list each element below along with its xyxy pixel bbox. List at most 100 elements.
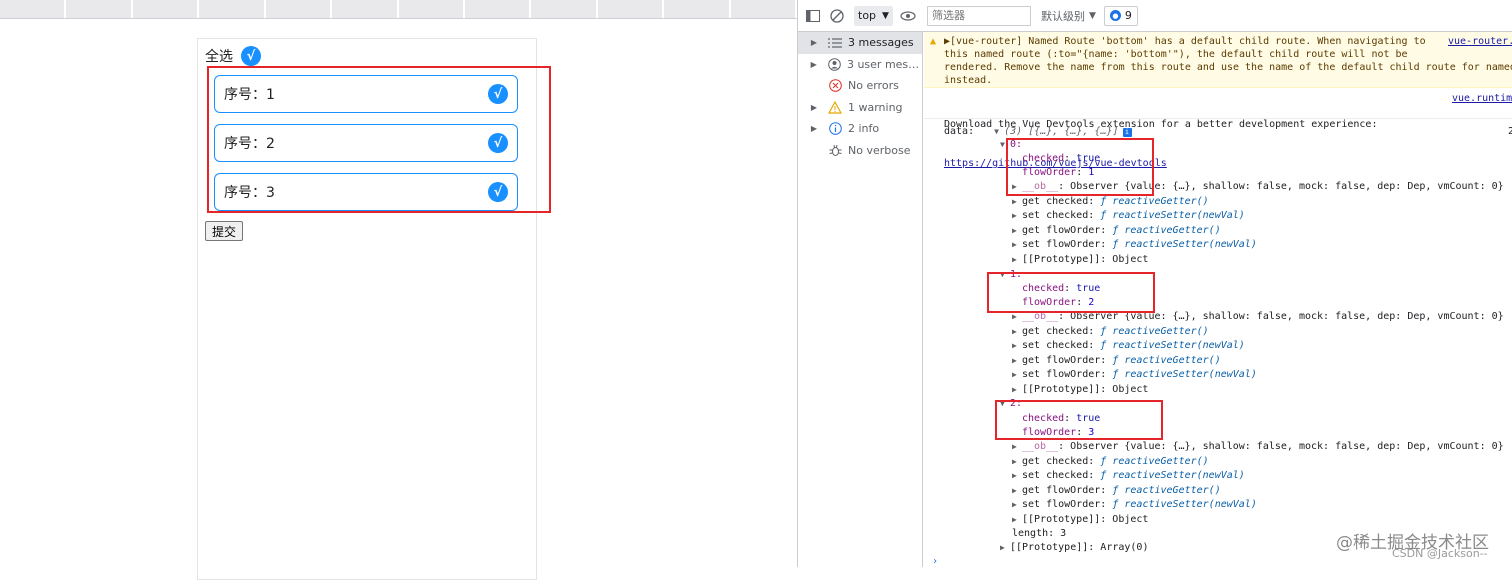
setter-row[interactable]: ▶ set flowOrder: ƒ reactiveSetter(newVal) (1012, 368, 1257, 381)
item-label: 序号：3 (224, 185, 275, 201)
getter-row[interactable]: ▶ get checked: ƒ reactiveGetter() (1012, 455, 1209, 468)
ob-row[interactable]: ▶ __ob__: Observer {value: {…}, shallow: … (1012, 310, 1504, 323)
select-all-row[interactable]: 全选 √ (205, 46, 261, 66)
levels-label: 默认级别 (1040, 9, 1085, 23)
sidebar-item-label: 3 user mess... (846, 57, 923, 71)
info-source-link[interactable]: vue.runtime (1452, 93, 1512, 104)
item-check-icon[interactable]: √ (488, 182, 508, 202)
prop-floworder: flowOrder: 2 (1022, 297, 1095, 308)
console-output: ▲ ▶[vue-router] Named Route 'bottom' has… (924, 32, 1512, 567)
console-sidebar: ▶ 3 messages ▶ 3 user mess... No errors … (798, 32, 923, 567)
issues-count: 9 (1124, 9, 1132, 22)
sidebar-item-label: No verbose (848, 143, 911, 157)
context-label: top (858, 9, 877, 22)
sidebar-item-warnings[interactable]: ▶ 1 warning (798, 97, 922, 119)
expand-arrow-icon[interactable]: ▶ (806, 38, 822, 47)
getter-row[interactable]: ▶ get flowOrder: ƒ reactiveGetter() (1012, 354, 1221, 367)
warning-text: ▶[vue-router] Named Route 'bottom' has a… (944, 36, 1512, 86)
array-prototype-row[interactable]: ▶ [[Prototype]]: Array(0) (1000, 541, 1148, 554)
length-row: length: 3 (1012, 528, 1067, 539)
sidebar-item-user-messages[interactable]: ▶ 3 user mess... (798, 54, 922, 76)
prop-floworder: flowOrder: 1 (1022, 167, 1095, 178)
item-check-icon[interactable]: √ (488, 84, 508, 104)
top-ruler (0, 0, 798, 19)
ob-row[interactable]: ▶ __ob__: Observer {value: {…}, shallow: … (1012, 180, 1504, 193)
getter-row[interactable]: ▶ get flowOrder: ƒ reactiveGetter() (1012, 484, 1221, 497)
user-icon (826, 57, 843, 71)
list-item[interactable]: 序号：3 √ (214, 173, 518, 211)
tree-label: data: (944, 126, 975, 137)
bug-icon (826, 143, 844, 157)
item-label: 序号：2 (224, 136, 275, 152)
expand-arrow-icon[interactable]: ▼ (994, 125, 1004, 138)
expand-arrow-icon[interactable]: ▼ (1000, 268, 1010, 281)
info-icon (826, 122, 844, 136)
setter-row[interactable]: ▶ set checked: ƒ reactiveSetter(newVal) (1012, 209, 1245, 222)
prototype-row[interactable]: ▶ [[Prototype]]: Object (1012, 253, 1148, 266)
expand-arrow-icon[interactable]: ▶ (806, 124, 822, 133)
ob-row[interactable]: ▶ __ob__: Observer {value: {…}, shallow: … (1012, 440, 1504, 453)
array-summary: (3) [{…}, {…}, {…}] (1004, 126, 1119, 137)
chevron-down-icon: ▼ (882, 10, 889, 21)
prop-checked: checked: true (1022, 153, 1101, 164)
list-icon (826, 36, 844, 50)
tree-root[interactable]: data: ▼ (3) [{…}, {…}, {…}] i (944, 125, 1132, 138)
prop-checked: checked: true (1022, 413, 1101, 424)
getter-row[interactable]: ▶ get checked: ƒ reactiveGetter() (1012, 325, 1209, 338)
error-icon (826, 79, 844, 93)
warning-icon (826, 100, 844, 114)
watermark-sub: CSDN @Jackson-- (1392, 547, 1488, 560)
sidebar-item-info[interactable]: ▶ 2 info (798, 118, 922, 140)
info-message[interactable]: Download the Vue Devtools extension for … (924, 88, 1512, 169)
issues-counter[interactable]: ● 9 (1103, 5, 1138, 26)
devtools-panel: top ▼ 默认级别 ▼ ● 9 ▶ 3 messages ▶ (797, 0, 1512, 567)
setter-row[interactable]: ▶ set flowOrder: ƒ reactiveSetter(newVal) (1012, 238, 1257, 251)
item-label: 序号：1 (224, 87, 275, 103)
setter-row[interactable]: ▶ set checked: ƒ reactiveSetter(newVal) (1012, 469, 1245, 482)
info-badge-icon[interactable]: i (1122, 128, 1132, 137)
warning-source-link[interactable]: vue-router.e (1448, 36, 1512, 47)
eye-icon[interactable] (899, 7, 917, 25)
filter-input[interactable] (926, 5, 1031, 26)
prototype-row[interactable]: ▶ [[Prototype]]: Object (1012, 513, 1148, 526)
setter-row[interactable]: ▶ set checked: ƒ reactiveSetter(newVal) (1012, 339, 1245, 352)
expand-arrow-icon[interactable]: ▼ (1000, 138, 1010, 151)
getter-row[interactable]: ▶ get checked: ƒ reactiveGetter() (1012, 195, 1209, 208)
issue-icon: ● (1109, 10, 1121, 21)
sidebar-toggle-icon[interactable] (804, 7, 822, 25)
array-index-0[interactable]: ▼ 0: (1000, 138, 1022, 151)
line-number: 2 (1508, 126, 1512, 137)
select-all-label: 全选 (205, 49, 233, 65)
sidebar-item-verbose[interactable]: No verbose (798, 140, 922, 162)
array-index-2[interactable]: ▼ 2: (1000, 397, 1022, 410)
sidebar-item-label: No errors (848, 79, 899, 93)
expand-arrow-icon[interactable]: ▶ (806, 103, 822, 112)
prop-floworder: flowOrder: 3 (1022, 427, 1095, 438)
warning-message[interactable]: ▲ ▶[vue-router] Named Route 'bottom' has… (924, 32, 1512, 88)
getter-row[interactable]: ▶ get flowOrder: ƒ reactiveGetter() (1012, 224, 1221, 237)
warning-icon: ▲ (930, 36, 937, 47)
console-toolbar: top ▼ 默认级别 ▼ ● 9 (798, 0, 1512, 32)
list-item[interactable]: 序号：1 √ (214, 75, 518, 113)
list-item[interactable]: 序号：2 √ (214, 124, 518, 162)
prop-checked: checked: true (1022, 283, 1101, 294)
array-index-1[interactable]: ▼ 1: (1000, 268, 1022, 281)
chevron-down-icon: ▼ (1088, 10, 1096, 21)
expand-arrow-icon[interactable]: ▼ (1000, 397, 1010, 410)
context-selector[interactable]: top ▼ (854, 5, 893, 26)
item-check-icon[interactable]: √ (488, 133, 508, 153)
select-all-check-icon[interactable]: √ (241, 46, 261, 66)
submit-button[interactable]: 提交 (205, 221, 244, 241)
log-levels-dropdown[interactable]: 默认级别 ▼ (1041, 8, 1096, 24)
sidebar-item-label: 2 info (848, 122, 880, 136)
sidebar-item-messages[interactable]: ▶ 3 messages (798, 32, 922, 54)
sidebar-item-errors[interactable]: No errors (798, 75, 922, 97)
prototype-row[interactable]: ▶ [[Prototype]]: Object (1012, 383, 1148, 396)
clear-console-icon[interactable] (828, 7, 846, 25)
sidebar-item-label: 1 warning (848, 100, 903, 114)
sidebar-item-label: 3 messages (848, 36, 914, 50)
setter-row[interactable]: ▶ set flowOrder: ƒ reactiveSetter(newVal) (1012, 498, 1257, 511)
console-prompt[interactable]: › (932, 555, 938, 567)
app-card (197, 38, 537, 580)
expand-arrow-icon[interactable]: ▶ (806, 60, 822, 69)
